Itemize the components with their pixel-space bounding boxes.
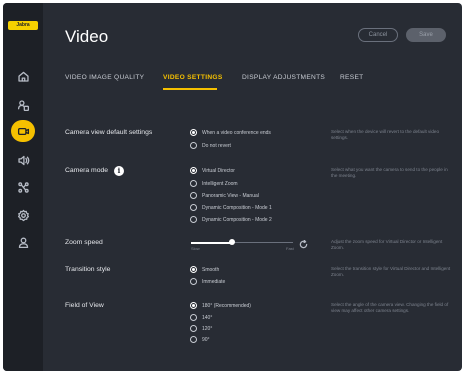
home-icon	[17, 71, 29, 82]
radio-button[interactable]	[190, 167, 197, 174]
sidebar-item-connections[interactable]	[11, 176, 35, 198]
tab-reset[interactable]: RESET	[340, 74, 363, 81]
radio-button[interactable]	[190, 142, 197, 149]
network-icon	[17, 181, 29, 193]
option-label: 120°	[202, 325, 213, 332]
radio-button[interactable]	[190, 336, 197, 343]
transition-style-label: Transition style	[65, 266, 111, 273]
radio-button[interactable]	[190, 204, 197, 211]
save-button[interactable]: Save	[406, 28, 446, 42]
camera-mode-option-intelligent-zoom[interactable]: Intelligent Zoom	[190, 180, 238, 187]
option-label: Dynamic Composition - Mode 2	[202, 216, 272, 223]
camera-default-option-on-end[interactable]: When a video conference ends	[190, 129, 271, 136]
sidebar-item-devices[interactable]	[11, 94, 35, 116]
transition-option-immediate[interactable]: Immediate	[190, 278, 225, 285]
jabra-logo: Jabra	[8, 21, 38, 30]
sidebar-item-video[interactable]	[11, 120, 35, 142]
info-icon[interactable]: i	[114, 166, 124, 176]
option-label: Do not revert	[202, 142, 231, 149]
slider-thumb[interactable]	[228, 239, 235, 245]
cancel-button[interactable]: Cancel	[358, 28, 398, 42]
sidebar-item-audio[interactable]	[11, 149, 35, 171]
option-label: 140°	[202, 314, 213, 321]
option-label: Virtual Director	[202, 167, 235, 174]
option-label: Dynamic Composition - Mode 1	[202, 204, 272, 211]
tab-video-image-quality[interactable]: VIDEO IMAGE QUALITY	[65, 74, 144, 81]
tab-video-settings[interactable]: VIDEO SETTINGS	[163, 74, 223, 81]
sidebar-item-account[interactable]	[11, 231, 35, 253]
page-title: Video	[65, 27, 109, 46]
option-label: Intelligent Zoom	[202, 180, 238, 187]
radio-button[interactable]	[190, 278, 197, 285]
camera-default-description: Select when the device will revert to th…	[331, 129, 440, 141]
field-of-view-description: Select the angle of the camera view. Cha…	[331, 302, 449, 314]
slider-min-label: Slow	[191, 246, 200, 251]
tab-display-adjustments[interactable]: DISPLAY ADJUSTMENTS	[242, 74, 325, 81]
radio-button[interactable]	[190, 192, 197, 199]
option-label: 90°	[202, 336, 210, 343]
radio-button[interactable]	[190, 266, 197, 273]
devices-icon	[17, 99, 29, 111]
option-label: Immediate	[202, 278, 226, 285]
user-icon	[18, 237, 28, 248]
option-label: Panoramic View - Manual	[202, 192, 259, 199]
fov-option-90[interactable]: 90°	[190, 336, 210, 343]
sidebar-item-home[interactable]	[11, 65, 35, 87]
radio-button[interactable]	[190, 216, 197, 223]
field-of-view-label: Field of View	[65, 302, 104, 309]
radio-button[interactable]	[190, 325, 197, 332]
option-label: When a video conference ends	[202, 129, 271, 136]
camera-mode-label: Camera mode	[65, 167, 109, 174]
radio-button[interactable]	[190, 314, 197, 321]
option-label: Smooth	[202, 266, 220, 273]
reset-icon[interactable]	[299, 236, 308, 249]
camera-mode-option-virtual-director[interactable]: Virtual Director	[190, 167, 235, 174]
transition-option-smooth[interactable]: Smooth	[190, 266, 219, 273]
camera-default-label: Camera view default settings	[65, 129, 153, 136]
fov-option-140[interactable]: 140°	[190, 314, 212, 321]
sidebar-item-settings[interactable]	[11, 204, 35, 226]
slider-fill	[191, 241, 232, 244]
video-camera-icon	[17, 127, 29, 135]
transition-style-description: Select the transition style for Virtual …	[331, 266, 451, 278]
radio-button[interactable]	[190, 129, 197, 136]
radio-button[interactable]	[190, 302, 197, 309]
slider-max-label: Fast	[286, 246, 294, 251]
camera-mode-option-dynamic-2[interactable]: Dynamic Composition - Mode 2	[190, 216, 272, 223]
active-tab-indicator	[163, 88, 217, 90]
option-label: 180° (Recommended)	[202, 302, 251, 309]
fov-option-180[interactable]: 180° (Recommended)	[190, 302, 251, 309]
radio-button[interactable]	[190, 180, 197, 187]
camera-mode-description: Select what you want the camera to send …	[331, 167, 448, 179]
camera-mode-option-dynamic-1[interactable]: Dynamic Composition - Mode 1	[190, 204, 272, 211]
gear-icon	[17, 209, 29, 221]
camera-mode-option-panoramic[interactable]: Panoramic View - Manual	[190, 192, 259, 199]
camera-default-option-do-not-revert[interactable]: Do not revert	[190, 142, 231, 149]
sidebar: Jabra	[3, 3, 43, 371]
zoom-speed-slider[interactable]	[191, 239, 293, 245]
speaker-icon	[17, 155, 29, 165]
app-window: Jabra Video Cancel Save VIDEO IMAGE QUAL…	[3, 3, 462, 371]
fov-option-120[interactable]: 120°	[190, 325, 212, 332]
zoom-speed-label: Zoom speed	[65, 239, 103, 246]
zoom-speed-description: Adjust the zoom speed for Virtual Direct…	[331, 239, 443, 251]
